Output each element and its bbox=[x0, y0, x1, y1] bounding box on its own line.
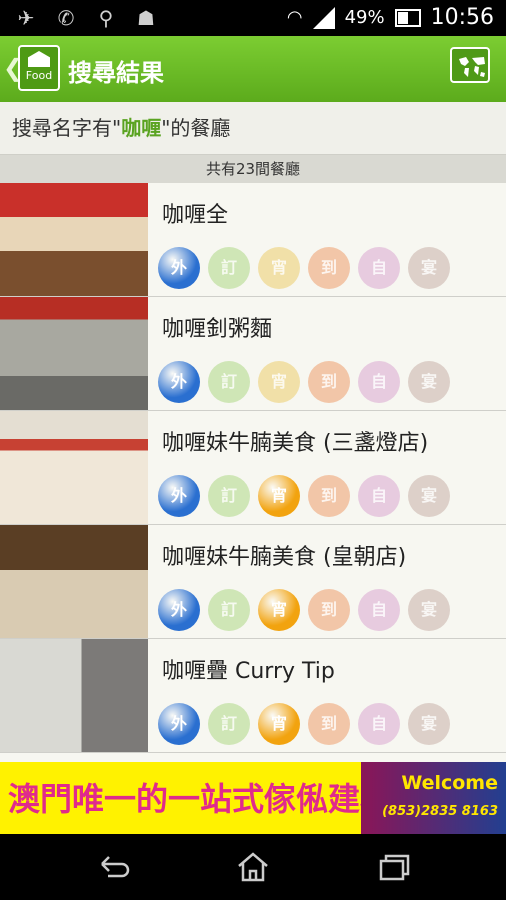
service-tags: 外訂宵到自宴 bbox=[158, 361, 450, 403]
status-bar: ✈ ✆ ⚲ ☗ ◠ 49% 10:56 bbox=[0, 0, 506, 36]
restaurant-row[interactable]: 咖喱疊 Curry Tip 外訂宵到自宴 bbox=[0, 639, 506, 753]
restaurant-row[interactable]: 咖喱釗粥麵外訂宵到自宴 bbox=[0, 297, 506, 411]
query-keyword: 咖喱 bbox=[121, 116, 162, 140]
service-tag-5: 宴 bbox=[408, 589, 450, 631]
restaurant-name: 咖喱釗粥麵 bbox=[162, 317, 273, 342]
wifi-icon: ◠ bbox=[286, 7, 303, 28]
restaurant-photo bbox=[0, 183, 148, 296]
service-tag-0: 外 bbox=[158, 475, 200, 517]
restaurant-list[interactable]: 咖喱全外訂宵到自宴咖喱釗粥麵外訂宵到自宴咖喱妹牛腩美食 (三盞燈店) 外訂宵到自宴… bbox=[0, 183, 506, 762]
whatsapp-icon: ✆ bbox=[57, 6, 75, 30]
ad-banner[interactable]: 澳門唯一的一站式傢俬建材城 Welcome (853)2835 8163 bbox=[0, 762, 506, 834]
home-icon[interactable] bbox=[233, 850, 273, 884]
service-tag-2: 宵 bbox=[258, 475, 300, 517]
service-tag-2: 宵 bbox=[258, 703, 300, 745]
page-title: 搜尋結果 bbox=[68, 59, 164, 87]
service-tag-0: 外 bbox=[158, 703, 200, 745]
service-tag-1: 訂 bbox=[208, 475, 250, 517]
service-tag-3: 到 bbox=[308, 247, 350, 289]
service-tag-5: 宴 bbox=[408, 361, 450, 403]
clock: 10:56 bbox=[430, 5, 494, 30]
app-logo[interactable]: Food bbox=[18, 45, 60, 91]
query-suffix: "的餐廳 bbox=[161, 116, 231, 140]
notification-icons: ✈ ✆ ⚲ ☗ bbox=[14, 6, 158, 30]
restaurant-name: 咖喱妹牛腩美食 (皇朝店) bbox=[162, 545, 407, 570]
service-tag-3: 到 bbox=[308, 361, 350, 403]
service-tags: 外訂宵到自宴 bbox=[158, 475, 450, 517]
query-prefix: 搜尋名字有" bbox=[12, 116, 122, 140]
service-tag-4: 自 bbox=[358, 247, 400, 289]
service-tag-1: 訂 bbox=[208, 703, 250, 745]
android-icon: ☗ bbox=[137, 6, 155, 30]
restaurant-photo bbox=[0, 525, 148, 638]
signal-icon bbox=[312, 6, 335, 29]
service-tag-1: 訂 bbox=[208, 361, 250, 403]
logo-text: Food bbox=[25, 69, 53, 82]
back-icon[interactable] bbox=[94, 850, 134, 884]
service-tag-4: 自 bbox=[358, 361, 400, 403]
restaurant-name: 咖喱妹牛腩美食 (三盞燈店) bbox=[162, 431, 429, 456]
result-count: 共有23間餐廳 bbox=[0, 155, 506, 183]
restaurant-photo bbox=[0, 297, 148, 410]
battery-icon bbox=[394, 8, 421, 27]
restaurant-row[interactable]: 咖喱妹牛腩美食 (皇朝店) 外訂宵到自宴 bbox=[0, 525, 506, 639]
map-button[interactable] bbox=[450, 47, 490, 83]
world-map-icon bbox=[459, 57, 485, 77]
service-tag-3: 到 bbox=[308, 589, 350, 631]
service-tag-4: 自 bbox=[358, 475, 400, 517]
house-icon bbox=[28, 51, 50, 67]
service-tag-5: 宴 bbox=[408, 247, 450, 289]
service-tag-5: 宴 bbox=[408, 475, 450, 517]
service-tag-3: 到 bbox=[308, 703, 350, 745]
service-tag-1: 訂 bbox=[208, 589, 250, 631]
service-tag-3: 到 bbox=[308, 475, 350, 517]
restaurant-row[interactable]: 咖喱全外訂宵到自宴 bbox=[0, 183, 506, 297]
service-tag-4: 自 bbox=[358, 703, 400, 745]
restaurant-photo bbox=[0, 411, 148, 524]
service-tag-1: 訂 bbox=[208, 247, 250, 289]
recent-apps-icon[interactable] bbox=[374, 850, 414, 884]
battery-percent: 49% bbox=[344, 7, 385, 28]
service-tags: 外訂宵到自宴 bbox=[158, 247, 450, 289]
service-tag-0: 外 bbox=[158, 247, 200, 289]
service-tag-0: 外 bbox=[158, 589, 200, 631]
service-tag-2: 宵 bbox=[258, 247, 300, 289]
service-tags: 外訂宵到自宴 bbox=[158, 589, 450, 631]
restaurant-row[interactable]: 咖喱妹牛腩美食 (三盞燈店) 外訂宵到自宴 bbox=[0, 411, 506, 525]
ad-welcome: Welcome bbox=[401, 772, 498, 794]
search-query-bar: 搜尋名字有"咖喱"的餐廳 bbox=[0, 102, 506, 155]
service-tags: 外訂宵到自宴 bbox=[158, 703, 450, 745]
service-tag-5: 宴 bbox=[408, 703, 450, 745]
app-bar: ❮ Food 搜尋結果 bbox=[0, 36, 506, 102]
restaurant-photo bbox=[0, 639, 148, 752]
ad-phone: (853)2835 8163 bbox=[382, 804, 498, 819]
satellite-icon: ✈ bbox=[17, 6, 35, 30]
service-tag-0: 外 bbox=[158, 361, 200, 403]
restaurant-name: 咖喱疊 Curry Tip bbox=[162, 659, 335, 684]
restaurant-name: 咖喱全 bbox=[162, 203, 229, 228]
system-nav-bar bbox=[0, 834, 506, 900]
service-tag-2: 宵 bbox=[258, 361, 300, 403]
service-tag-2: 宵 bbox=[258, 589, 300, 631]
usb-icon: ⚲ bbox=[98, 6, 114, 30]
service-tag-4: 自 bbox=[358, 589, 400, 631]
